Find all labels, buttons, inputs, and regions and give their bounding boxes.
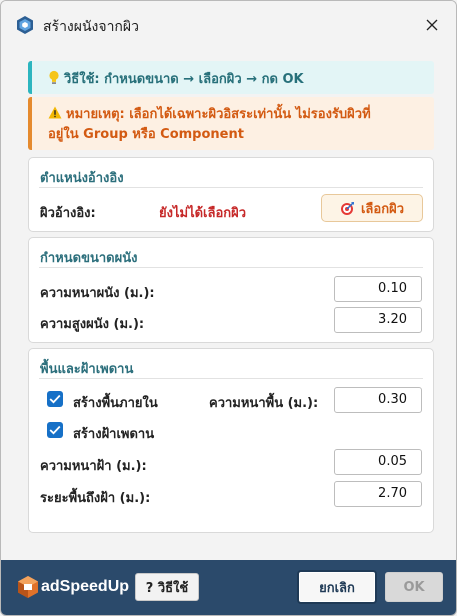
dialog-window: สร้างผนังจากผิว วิธีใช้: กำหนดขนาด → เลื… [0,0,457,616]
window-title: สร้างผนังจากผิว [43,19,139,35]
reference-status-text: ยังไม่ได้เลือกผิว [159,206,247,221]
ceiling-thickness-label: ความหนาฝ้า (ม.): [40,459,147,474]
help-button[interactable]: ? วิธีใช้ [135,573,199,601]
pick-face-button-label: เลือกผิว [360,201,404,217]
floor-thickness-input[interactable]: 0.30 [334,387,422,413]
wall-size-group-title: กำหนดขนาดผนัง [40,251,138,266]
usage-tip-banner: วิธีใช้: กำหนดขนาด → เลือกผิว → กด OK [28,61,434,94]
wall-size-group: กำหนดขนาดผนัง ความหนาผนัง (ม.): 0.10 ควา… [28,237,434,343]
title-bar: สร้างผนังจากผิว [1,1,456,49]
warning-line-1: หมายเหตุ: เลือกได้เฉพาะผิวอิสระเท่านั้น … [48,105,426,125]
floor-ceiling-group-title: พื้นและฝ้าเพดาน [40,362,134,377]
wall-height-input[interactable]: 3.20 [334,307,422,333]
lightbulb-icon [49,70,59,84]
wall-thickness-label: ความหนาผนัง (ม.): [40,286,155,301]
reference-group: ตำแหน่งอ้างอิง ผิวอ้างอิง: ยังไม่ได้เลือ… [28,157,434,232]
create-ceiling-label[interactable]: สร้างฝ้าเพดาน [73,423,154,444]
brand-logo-text: adSpeedUp [41,578,130,595]
divider [39,378,423,379]
cube-logo-icon [18,576,38,598]
ceiling-thickness-input[interactable]: 0.05 [334,449,422,475]
divider [39,187,423,188]
warning-banner: หมายเหตุ: เลือกได้เฉพาะผิวอิสระเท่านั้น … [28,97,434,150]
cancel-button[interactable]: ยกเลิก [297,570,377,604]
close-icon [426,19,438,31]
floor-to-ceiling-input[interactable]: 2.70 [334,481,422,507]
checkmark-icon [49,425,61,435]
wall-thickness-input[interactable]: 0.10 [334,276,422,302]
checkmark-icon [49,394,61,404]
pick-face-button[interactable]: เลือกผิว [321,194,423,222]
floor-to-ceiling-label: ระยะพื้นถึงฝ้า (ม.): [40,491,151,506]
target-icon [340,201,355,215]
usage-tip-text: วิธีใช้: กำหนดขนาด → เลือกผิว → กด OK [64,72,304,87]
reference-group-title: ตำแหน่งอ้างอิง [40,171,124,186]
brand-logo: adSpeedUp [17,572,129,602]
create-ceiling-checkbox[interactable] [47,422,63,438]
warning-icon [48,106,62,119]
create-floor-checkbox[interactable] [47,391,63,407]
ok-button[interactable]: OK [385,572,443,602]
wall-height-label: ความสูงผนัง (ม.): [40,317,145,332]
footer-bar: adSpeedUp ? วิธีใช้ ยกเลิก OK [1,560,456,615]
divider [39,267,423,268]
floor-ceiling-group: พื้นและฝ้าเพดาน สร้างพื้นภายใน ความหนาพื… [28,348,434,533]
floor-thickness-label: ความหนาพื้น (ม.): [209,396,319,411]
reference-face-label: ผิวอ้างอิง: [40,206,96,221]
warning-line-2: อยู่ใน Group หรือ Component [48,127,244,142]
sketchup-app-icon [17,16,33,34]
close-button[interactable] [416,9,448,41]
create-floor-label[interactable]: สร้างพื้นภายใน [73,392,158,413]
